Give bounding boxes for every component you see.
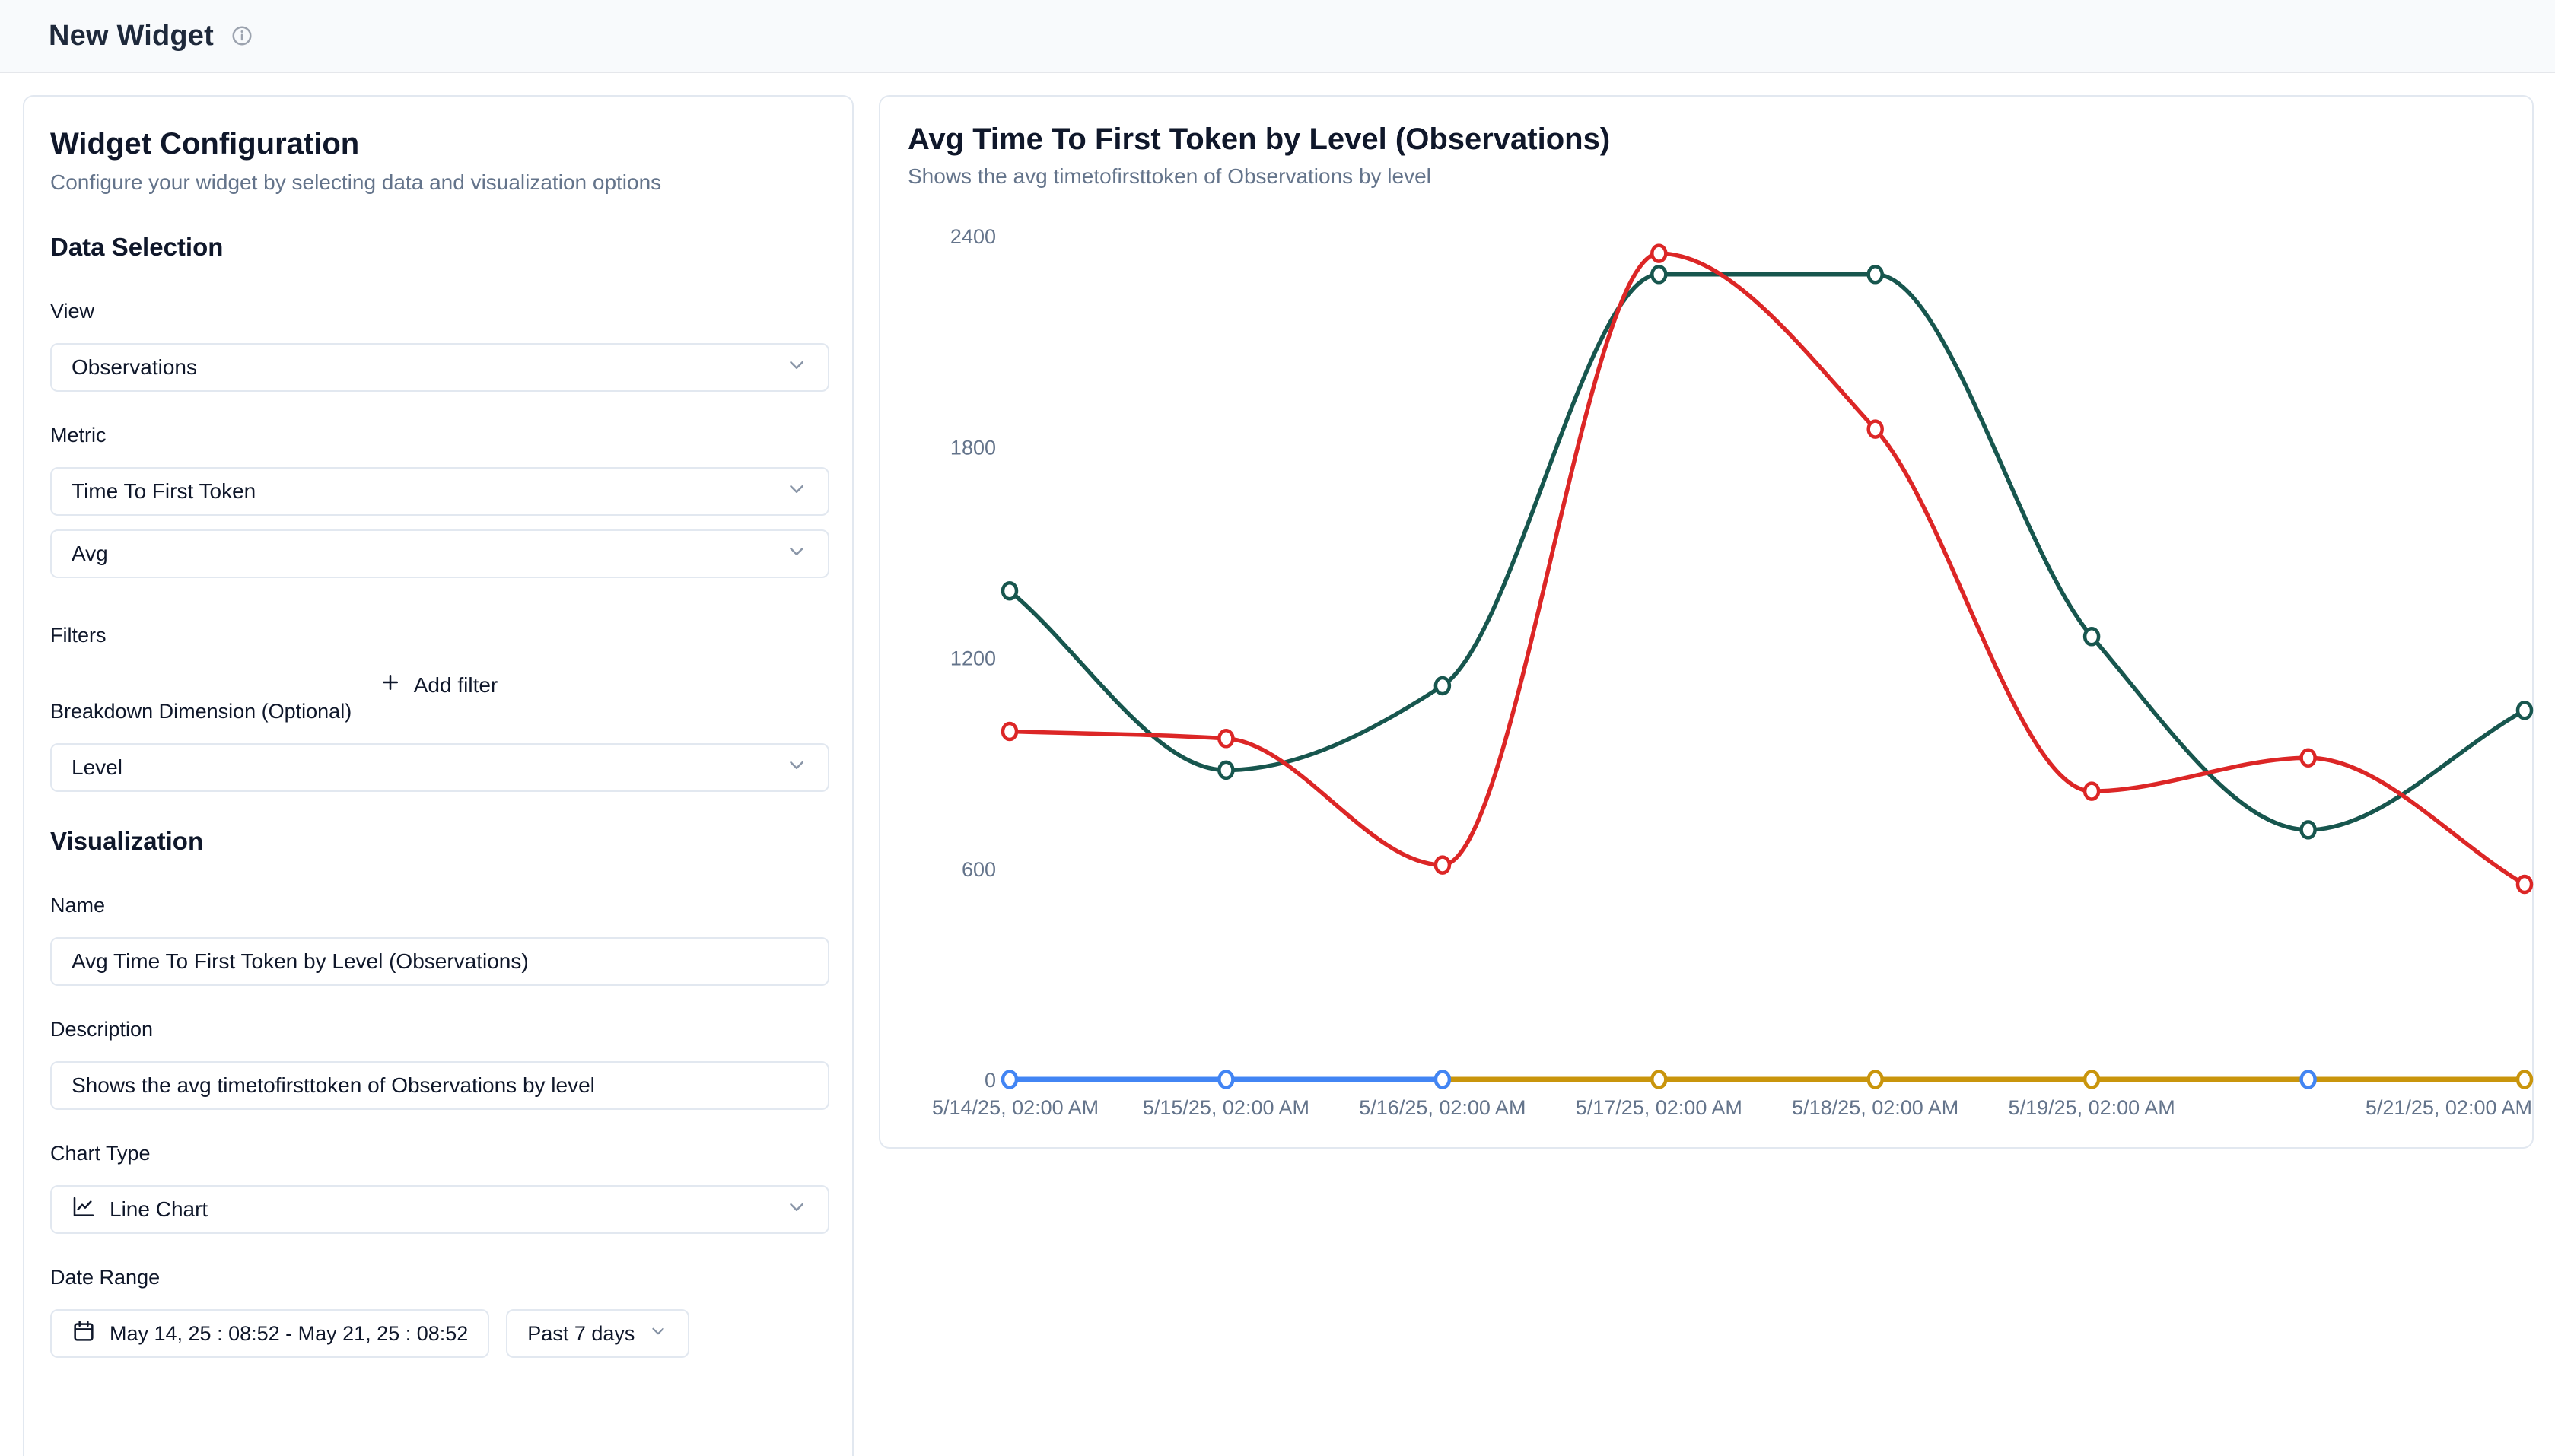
date-preset-value: Past 7 days bbox=[527, 1322, 635, 1346]
chart-subtitle: Shows the avg timetofirsttoken of Observ… bbox=[908, 164, 2505, 189]
svg-text:1200: 1200 bbox=[950, 647, 996, 670]
data-selection-heading: Data Selection bbox=[50, 233, 826, 262]
svg-text:5/21/25, 02:00 AM: 5/21/25, 02:00 AM bbox=[2366, 1096, 2532, 1119]
chevron-down-icon bbox=[785, 354, 808, 382]
svg-text:5/16/25, 02:00 AM: 5/16/25, 02:00 AM bbox=[1359, 1096, 1526, 1119]
aggregation-select[interactable]: Avg bbox=[50, 529, 829, 578]
page-header: New Widget bbox=[0, 0, 2555, 73]
date-range-label: Date Range bbox=[50, 1266, 826, 1289]
aggregation-select-value: Avg bbox=[72, 542, 108, 566]
visualization-heading: Visualization bbox=[50, 827, 826, 856]
page-title: New Widget bbox=[49, 20, 214, 52]
breakdown-select-value: Level bbox=[72, 755, 123, 780]
svg-text:600: 600 bbox=[962, 858, 996, 881]
filters-label: Filters bbox=[50, 624, 826, 647]
chevron-down-icon bbox=[785, 478, 808, 506]
description-label: Description bbox=[50, 1018, 826, 1041]
page: New Widget Widget Configuration Configur… bbox=[0, 0, 2555, 1456]
svg-text:1800: 1800 bbox=[950, 436, 996, 459]
add-filter-label: Add filter bbox=[414, 673, 498, 698]
metric-select[interactable]: Time To First Token bbox=[50, 467, 829, 516]
breakdown-select[interactable]: Level bbox=[50, 743, 829, 792]
add-filter-button[interactable]: Add filter bbox=[374, 670, 503, 700]
series-amber bbox=[1436, 1072, 2531, 1088]
svg-text:5/14/25, 02:00 AM: 5/14/25, 02:00 AM bbox=[932, 1096, 1099, 1119]
info-icon[interactable] bbox=[231, 24, 253, 47]
metric-select-value: Time To First Token bbox=[72, 479, 256, 504]
metric-label: Metric bbox=[50, 424, 826, 447]
name-input[interactable] bbox=[50, 937, 829, 986]
line-chart-icon bbox=[72, 1195, 96, 1225]
view-select-value: Observations bbox=[72, 355, 197, 380]
svg-text:2400: 2400 bbox=[950, 225, 996, 248]
date-range-button[interactable]: May 14, 25 : 08:52 - May 21, 25 : 08:52 bbox=[50, 1309, 489, 1358]
breakdown-label: Breakdown Dimension (Optional) bbox=[50, 700, 826, 723]
view-label: View bbox=[50, 300, 826, 323]
chevron-down-icon bbox=[785, 754, 808, 782]
date-range-value: May 14, 25 : 08:52 - May 21, 25 : 08:52 bbox=[110, 1322, 468, 1346]
config-title: Widget Configuration bbox=[50, 127, 826, 161]
chart-type-select[interactable]: Line Chart bbox=[50, 1185, 829, 1234]
calendar-icon bbox=[72, 1319, 96, 1349]
chart-type-label: Chart Type bbox=[50, 1142, 826, 1165]
line-chart: 0 600 1200 1800 2400 5/14/25, 02:00 AM 5/15/25… bbox=[880, 211, 2535, 1150]
svg-text:5/15/25, 02:00 AM: 5/15/25, 02:00 AM bbox=[1143, 1096, 1309, 1119]
svg-text:5/17/25, 02:00 AM: 5/17/25, 02:00 AM bbox=[1576, 1096, 1742, 1119]
config-subtitle: Configure your widget by selecting data … bbox=[50, 170, 826, 195]
name-label: Name bbox=[50, 894, 826, 917]
chevron-down-icon bbox=[785, 540, 808, 568]
svg-text:5/18/25, 02:00 AM: 5/18/25, 02:00 AM bbox=[1792, 1096, 1958, 1119]
date-preset-button[interactable]: Past 7 days bbox=[506, 1309, 689, 1358]
view-select[interactable]: Observations bbox=[50, 343, 829, 392]
series-red bbox=[1003, 246, 2531, 892]
chart-type-select-value: Line Chart bbox=[110, 1197, 208, 1222]
svg-text:0: 0 bbox=[985, 1069, 996, 1092]
description-input[interactable] bbox=[50, 1061, 829, 1110]
widget-configuration-panel: Widget Configuration Configure your widg… bbox=[23, 95, 854, 1456]
chevron-down-icon bbox=[785, 1196, 808, 1224]
chart-preview-panel: Avg Time To First Token by Level (Observ… bbox=[879, 95, 2534, 1149]
chevron-down-icon bbox=[648, 1321, 668, 1346]
svg-text:5/19/25, 02:00 AM: 5/19/25, 02:00 AM bbox=[2009, 1096, 2175, 1119]
plus-icon bbox=[379, 671, 402, 699]
chart-title: Avg Time To First Token by Level (Observ… bbox=[908, 122, 2505, 157]
